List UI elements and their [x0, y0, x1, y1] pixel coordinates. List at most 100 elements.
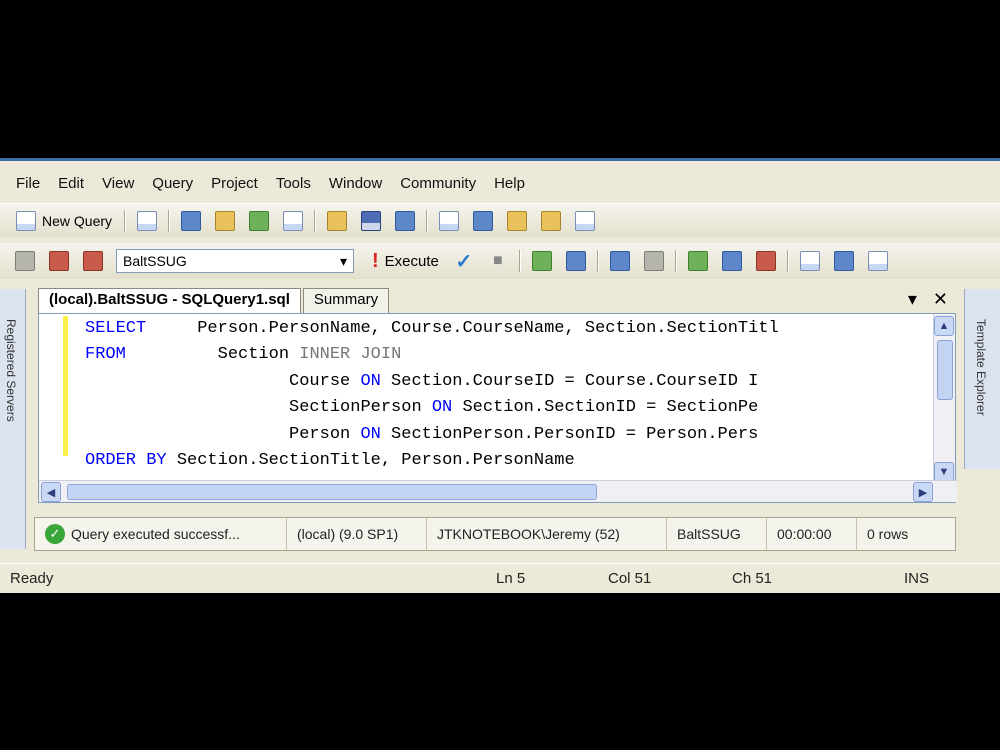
save-button[interactable]	[356, 207, 386, 235]
code-line[interactable]: Person ON SectionPerson.PersonID = Perso…	[85, 422, 933, 448]
sql-keyword: FROM	[85, 345, 126, 365]
server-version: (local) (9.0 SP1)	[287, 518, 427, 550]
sql-editor-toolbar: BaltSSUG ▾ ! Execute ✓ ■	[0, 243, 1000, 279]
sql-text: Person	[85, 424, 361, 444]
tab-summary[interactable]: Summary	[302, 288, 390, 313]
query-designer-button[interactable]	[561, 247, 591, 275]
intellisense-icon	[643, 251, 664, 271]
query-status-bar: ✓ Query executed successf... (local) (9.…	[34, 517, 956, 551]
sql-text: Course	[85, 371, 361, 391]
sql-editor[interactable]: SELECT Person.PersonName, Course.CourseN…	[38, 313, 957, 503]
new-query-button[interactable]: New Query	[8, 207, 120, 235]
menu-community[interactable]: Community	[394, 175, 488, 192]
sql-keyword: SELECT	[85, 319, 147, 338]
object-explorer-button[interactable]	[468, 207, 498, 235]
solution-explorer-button[interactable]	[536, 207, 566, 235]
template-explorer-button[interactable]	[502, 207, 532, 235]
template-explorer-label: Template Explorer	[974, 319, 988, 416]
query-options-button[interactable]	[605, 247, 635, 275]
save-all-button[interactable]	[390, 207, 420, 235]
results-to-file-button[interactable]	[829, 247, 859, 275]
tab-sqlquery1[interactable]: (local).BaltSSUG - SQLQuery1.sql	[38, 288, 301, 313]
properties-button[interactable]	[570, 207, 600, 235]
database-query-icon	[181, 210, 202, 231]
sql-text: SectionPerson.PersonID = Person.Pers	[380, 424, 759, 444]
client-statistics-button[interactable]	[717, 247, 747, 275]
results-to-text-icon	[755, 251, 776, 271]
toolbar-separator	[314, 209, 317, 232]
standard-toolbar: New Query	[0, 203, 1000, 237]
status-bar: Ready Ln 5 Col 51 Ch 51 INS	[0, 563, 1000, 593]
sql-text: Section.SectionTitle, Person.PersonName	[166, 451, 575, 466]
vertical-scroll-thumb[interactable]	[937, 340, 953, 400]
scroll-down-icon[interactable]: ▼	[934, 462, 954, 482]
menu-project[interactable]: Project	[205, 175, 270, 192]
toolbar-separator	[596, 250, 599, 272]
results-to-grid-button[interactable]	[795, 247, 825, 275]
comment-out-button[interactable]	[863, 247, 893, 275]
menu-file[interactable]: File	[10, 175, 52, 192]
horizontal-scroll-thumb[interactable]	[67, 484, 597, 500]
code-line[interactable]: FROM Section INNER JOIN	[85, 342, 933, 368]
xmla-query-button[interactable]	[278, 207, 308, 235]
connect-button[interactable]	[10, 247, 40, 275]
sql-text: Section	[125, 345, 300, 365]
scroll-up-icon[interactable]: ▲	[934, 316, 954, 336]
status-ready: Ready	[10, 570, 54, 587]
menu-edit[interactable]: Edit	[52, 175, 96, 192]
code-line[interactable]: SectionPerson ON Section.SectionID = Sec…	[85, 395, 933, 421]
menu-view[interactable]: View	[96, 175, 146, 192]
stop-icon: ■	[493, 252, 503, 269]
display-plan-icon	[531, 251, 552, 271]
disconnect-button[interactable]	[78, 247, 108, 275]
parse-button[interactable]: ✓	[449, 247, 479, 275]
save-all-icon	[395, 210, 416, 231]
execute-icon: !	[372, 249, 379, 272]
registered-servers-panel-tab[interactable]: Registered Servers	[0, 289, 26, 549]
menu-query[interactable]: Query	[146, 175, 205, 192]
analysis-query-icon	[215, 210, 236, 231]
sql-text: Section.SectionID = SectionPe	[452, 398, 759, 418]
new-file-button[interactable]	[132, 207, 162, 235]
vertical-scrollbar[interactable]: ▲ ▼	[933, 314, 955, 484]
open-folder-icon	[327, 210, 348, 231]
menu-help[interactable]: Help	[488, 175, 537, 192]
cancel-query-button[interactable]: ■	[483, 247, 513, 275]
query-status-message-cell: ✓ Query executed successf...	[35, 518, 287, 550]
sql-keyword: ON	[360, 371, 381, 391]
mobile-query-button[interactable]	[244, 207, 274, 235]
check-icon: ✓	[455, 250, 473, 273]
new-query-icon	[16, 210, 36, 231]
include-plan-button[interactable]	[683, 247, 713, 275]
toolbar-separator	[674, 250, 677, 272]
registered-servers-button[interactable]	[434, 207, 464, 235]
code-line[interactable]: ORDER BY Section.SectionTitle, Person.Pe…	[85, 448, 933, 466]
analysis-query-button[interactable]	[210, 207, 240, 235]
template-explorer-icon	[507, 210, 528, 231]
code-line[interactable]: SELECT Person.PersonName, Course.CourseN…	[85, 316, 933, 342]
menu-window[interactable]: Window	[323, 175, 394, 192]
code-area[interactable]: SELECT Person.PersonName, Course.CourseN…	[85, 316, 933, 466]
intellisense-button[interactable]	[639, 247, 669, 275]
editor-gutter	[39, 314, 68, 464]
toolbar-separator	[518, 250, 521, 272]
template-explorer-panel-tab[interactable]: Template Explorer	[964, 289, 1000, 469]
registered-servers-label: Registered Servers	[4, 319, 18, 422]
display-plan-button[interactable]	[527, 247, 557, 275]
code-line[interactable]: Course ON Section.CourseID = Course.Cour…	[85, 369, 933, 395]
close-icon[interactable]: ✕	[933, 289, 948, 310]
horizontal-scrollbar[interactable]: ◀ ▶	[39, 480, 957, 502]
change-connection-button[interactable]	[44, 247, 74, 275]
include-plan-icon	[687, 251, 708, 271]
execute-button[interactable]: ! Execute	[364, 247, 447, 275]
document-tabs: (local).BaltSSUG - SQLQuery1.sql Summary…	[38, 287, 958, 313]
scroll-right-icon[interactable]: ▶	[913, 482, 933, 502]
results-to-text-button[interactable]	[751, 247, 781, 275]
menu-tools[interactable]: Tools	[270, 175, 323, 192]
database-engine-query-button[interactable]	[176, 207, 206, 235]
scroll-left-icon[interactable]: ◀	[41, 482, 61, 502]
database-select[interactable]: BaltSSUG ▾	[116, 249, 354, 273]
status-char: Ch 51	[732, 570, 773, 587]
tab-dropdown-icon[interactable]: ▾	[908, 289, 917, 310]
open-file-button[interactable]	[322, 207, 352, 235]
